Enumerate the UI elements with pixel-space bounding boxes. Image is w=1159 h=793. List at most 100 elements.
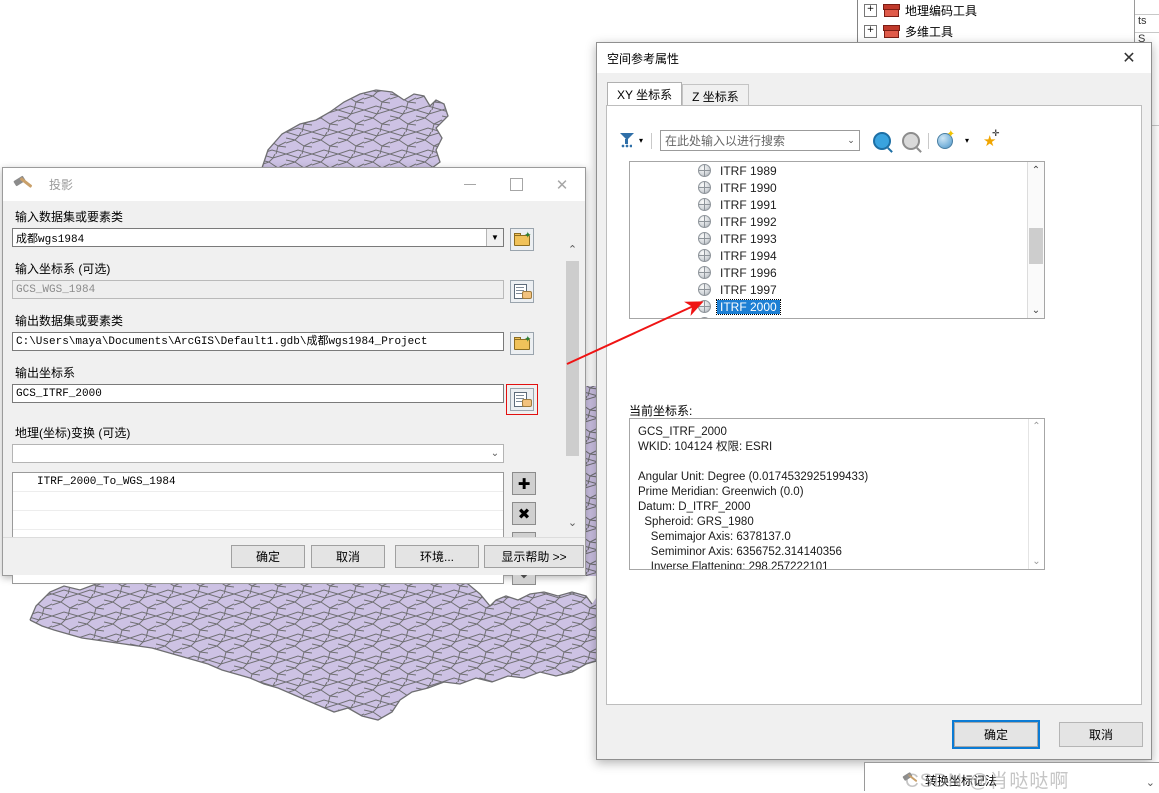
spatial-reference-properties-icon xyxy=(514,284,532,299)
maximize-button[interactable] xyxy=(493,168,539,201)
chevron-down-icon[interactable]: ▼ xyxy=(486,229,503,246)
output-cs-properties-button[interactable] xyxy=(510,388,534,411)
expander-icon[interactable]: + xyxy=(864,4,877,17)
list-item[interactable]: ITRF 1991 xyxy=(630,196,1044,213)
chevron-down-icon[interactable]: ⌄ xyxy=(1028,302,1044,318)
input-dataset-value: 成都wgs1984 xyxy=(16,233,85,246)
close-button[interactable]: ✕ xyxy=(539,168,585,201)
globe-icon xyxy=(698,317,711,318)
globe-icon xyxy=(698,300,711,313)
list-item[interactable]: ITRF 1993 xyxy=(630,230,1044,247)
globe-icon xyxy=(698,232,711,245)
arctoolbox-panel[interactable]: + 地理编码工具 + 多维工具 ⌃ xyxy=(857,0,1159,48)
spatial-reference-properties-dialog[interactable]: 空间参考属性 ✕ XY 坐标系 Z 坐标系 ▾ 在此处输入以进行搜索 ⌄ ✦ ▾ xyxy=(596,42,1152,760)
list-item-label: ITRF 1993 xyxy=(720,231,777,246)
geo-transform-row: ⌄ xyxy=(12,444,558,463)
toolbox-icon xyxy=(883,24,900,39)
output-cs-label: 输出坐标系 xyxy=(15,366,76,380)
output-dataset-field[interactable]: C:\Users\maya\Documents\ArcGIS\Default1.… xyxy=(12,332,504,351)
input-dataset-row: 成都wgs1984 ▼ ✦ xyxy=(12,228,558,251)
list-item[interactable]: ITRF 1997 xyxy=(630,281,1044,298)
chevron-up-icon[interactable]: ⌃ xyxy=(1028,162,1044,178)
input-cs-properties-button[interactable] xyxy=(510,280,534,303)
chevron-down-icon[interactable]: ⌄ xyxy=(1029,554,1044,569)
projection-titlebar[interactable]: 投影 ✕ xyxy=(3,168,585,202)
show-help-button[interactable]: 显示帮助 >> xyxy=(484,545,584,568)
input-cs-label: 输入坐标系 (可选) xyxy=(15,262,111,276)
list-item-label: ITRF 2000 xyxy=(716,298,781,315)
current-cs-details-box[interactable]: GCS_ITRF_2000 WKID: 104124 权限: ESRI Angu… xyxy=(629,418,1045,570)
toolbox-item-label: 地理编码工具 xyxy=(905,4,978,18)
chevron-down-icon[interactable]: ⌄ xyxy=(1146,776,1155,789)
clear-search-icon[interactable] xyxy=(902,131,921,150)
output-dataset-row: C:\Users\maya\Documents\ArcGIS\Default1.… xyxy=(12,332,558,355)
chevron-up-icon[interactable]: ⌃ xyxy=(564,241,581,258)
output-cs-field[interactable]: GCS_ITRF_2000 xyxy=(12,384,504,403)
geo-transform-combo[interactable]: ⌄ xyxy=(12,444,504,463)
output-dataset-label: 输出数据集或要素类 xyxy=(15,314,124,328)
geo-transform-label: 地理(坐标)变换 (可选) xyxy=(15,426,131,440)
expander-icon[interactable]: + xyxy=(864,25,877,38)
chevron-up-icon[interactable]: ⌃ xyxy=(1029,419,1044,434)
browse-output-dataset-button[interactable]: ✦ xyxy=(510,332,534,355)
list-item-label: ITRF 1994 xyxy=(720,248,777,263)
cancel-button[interactable]: 取消 xyxy=(1059,722,1143,747)
coordinate-system-list-scrollbar[interactable]: ⌃ ⌄ xyxy=(1027,162,1044,318)
add-coordinate-system-icon[interactable]: ✦ xyxy=(937,129,955,149)
filter-icon[interactable] xyxy=(619,133,635,148)
chevron-down-icon[interactable]: ⌄ xyxy=(843,135,859,146)
output-cs-button-highlight xyxy=(506,384,538,415)
remove-transform-button[interactable]: ✖ xyxy=(512,502,536,525)
input-dataset-combo[interactable]: 成都wgs1984 ▼ xyxy=(12,228,504,247)
list-item[interactable]: ITRF_2000_To_WGS_1984 xyxy=(13,473,503,492)
list-item-label: ITRF 1996 xyxy=(720,265,777,280)
chevron-down-icon[interactable]: ▾ xyxy=(965,136,969,145)
list-item[interactable]: ITRF 1994 xyxy=(630,247,1044,264)
projection-body: 输入数据集或要素类 成都wgs1984 ▼ ✦ 输入坐标系 (可选) GCS_W… xyxy=(3,201,585,585)
input-dataset-label: 输入数据集或要素类 xyxy=(15,210,124,224)
list-item[interactable]: ITRF 1989 xyxy=(630,162,1044,179)
current-cs-label: 当前坐标系: xyxy=(629,404,693,418)
ok-button[interactable]: 确定 xyxy=(231,545,305,568)
environments-button[interactable]: 环境... xyxy=(395,545,479,568)
tab-z-coordinate-system[interactable]: Z 坐标系 xyxy=(682,84,749,107)
list-item[interactable]: ITRF 1996 xyxy=(630,264,1044,281)
coordinate-system-list[interactable]: ITRF 1989 ITRF 1990 ITRF 1991 ITRF 1992 … xyxy=(629,161,1045,319)
input-cs-field: GCS_WGS_1984 xyxy=(12,280,504,299)
toolbox-tree-item-multidimension[interactable]: + 多维工具 xyxy=(858,21,1158,42)
add-transform-button[interactable]: ✚ xyxy=(512,472,536,495)
ok-button[interactable]: 确定 xyxy=(952,720,1040,749)
scrollbar-thumb[interactable] xyxy=(1029,228,1043,264)
spatial-reference-content: XY 坐标系 Z 坐标系 ▾ 在此处输入以进行搜索 ⌄ ✦ ▾ ★ ✛ ITRF… xyxy=(597,73,1151,713)
watermark: CSDN @肖哒哒啊 xyxy=(905,771,1070,792)
close-icon[interactable]: ✕ xyxy=(1107,43,1151,73)
minimize-button[interactable] xyxy=(447,168,493,201)
scrollbar-thumb[interactable] xyxy=(566,261,579,456)
current-cs-scrollbar[interactable]: ⌃ ⌄ xyxy=(1028,419,1044,569)
spatial-reference-titlebar[interactable]: 空间参考属性 ✕ xyxy=(597,43,1151,73)
projection-footer: 确定 取消 环境... 显示帮助 >> xyxy=(3,537,585,575)
spatial-reference-properties-icon xyxy=(514,392,532,407)
search-icon[interactable] xyxy=(873,131,892,150)
chevron-down-icon[interactable]: ⌄ xyxy=(487,445,503,462)
cancel-button[interactable]: 取消 xyxy=(311,545,385,568)
search-input[interactable]: 在此处输入以进行搜索 ⌄ xyxy=(660,130,861,151)
list-item-label: ITRF 1990 xyxy=(720,180,777,195)
list-item[interactable]: ITRF 1992 xyxy=(630,213,1044,230)
globe-icon xyxy=(698,181,711,194)
projection-dialog[interactable]: 投影 ✕ 输入数据集或要素类 成都wgs1984 ▼ ✦ 输入坐标系 (可选) xyxy=(2,167,586,585)
projection-scrollbar[interactable]: ⌃ ⌄ xyxy=(564,241,581,531)
chevron-down-icon[interactable]: ▾ xyxy=(639,136,643,145)
toolbox-tree-item-geocoding[interactable]: + 地理编码工具 xyxy=(858,0,1158,21)
folder-open-icon: ✦ xyxy=(513,230,532,247)
chevron-down-icon[interactable]: ⌄ xyxy=(564,514,581,531)
toolbar-separator xyxy=(651,132,653,149)
current-cs-details: GCS_ITRF_2000 WKID: 104124 权限: ESRI Angu… xyxy=(638,426,869,570)
list-item[interactable]: ITRF 1990 xyxy=(630,179,1044,196)
list-item[interactable]: ITRF 2005 xyxy=(630,315,1044,318)
browse-input-dataset-button[interactable]: ✦ xyxy=(510,228,534,251)
map-sliver xyxy=(586,386,596,576)
tab-xy-coordinate-system[interactable]: XY 坐标系 xyxy=(607,82,683,107)
add-favorite-star-icon[interactable]: ★ ✛ xyxy=(983,128,999,150)
list-item-selected-itrf-2000[interactable]: ITRF 2000 xyxy=(630,298,1044,315)
